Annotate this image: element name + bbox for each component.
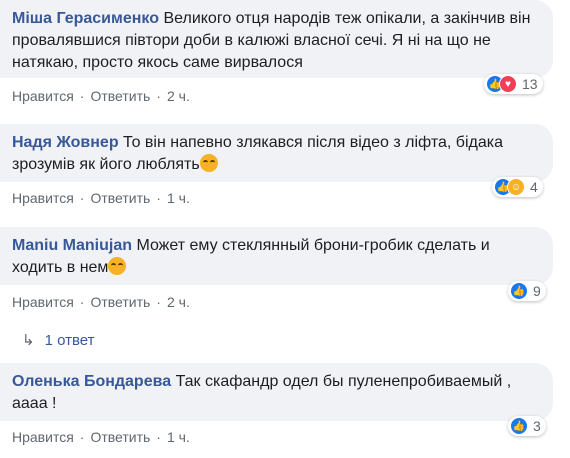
separator-dot: ·	[156, 190, 161, 206]
comment-actions: Нравится · Ответить · 1 ч.	[12, 190, 190, 206]
comment-author[interactable]: Оленька Бондарева	[12, 373, 171, 390]
reply-link[interactable]: Ответить	[90, 190, 150, 206]
comment-bubble: Оленька Бондарева Так скафандр одел бы п…	[0, 363, 553, 421]
separator-dot: ·	[79, 429, 85, 445]
reaction-summary[interactable]: 👍 ☺ 4	[492, 177, 543, 197]
timestamp[interactable]: 2 ч.	[167, 88, 190, 104]
reply-link[interactable]: Ответить	[90, 429, 150, 445]
view-replies-link[interactable]: ↳ 1 ответ	[22, 331, 95, 349]
comment-author[interactable]: Maniu Maniujan	[12, 237, 132, 254]
comment-author[interactable]: Міша Герасименко	[12, 10, 159, 27]
timestamp[interactable]: 1 ч.	[167, 190, 190, 206]
laughing-emoji-icon	[108, 257, 127, 275]
like-link[interactable]: Нравится	[12, 190, 74, 206]
like-link[interactable]: Нравится	[12, 88, 74, 104]
comment-bubble: Міша Герасименко Великого отця народів т…	[0, 0, 553, 78]
comment-actions: Нравится · Ответить · 2 ч.	[12, 88, 190, 104]
comment-author[interactable]: Надя Жовнер	[12, 134, 119, 151]
haha-reaction-icon: ☺	[507, 178, 525, 196]
separator-dot: ·	[156, 429, 161, 445]
comment-bubble: Надя Жовнер То він напевно злякався післ…	[0, 124, 553, 182]
reaction-count: 9	[533, 283, 541, 299]
separator-dot: ·	[79, 88, 85, 104]
separator-dot: ·	[156, 294, 161, 310]
reply-arrow-icon: ↳	[22, 332, 35, 349]
like-link[interactable]: Нравится	[12, 294, 74, 310]
laughing-emoji-icon	[199, 154, 218, 172]
reply-link[interactable]: Ответить	[90, 88, 150, 104]
reply-link[interactable]: Ответить	[90, 294, 150, 310]
reaction-summary[interactable]: 👍 3	[508, 416, 546, 436]
timestamp[interactable]: 2 ч.	[167, 294, 190, 310]
reaction-summary[interactable]: 👍 ♥ 13	[484, 74, 543, 94]
like-reaction-icon: 👍	[510, 417, 528, 435]
comment-actions: Нравится · Ответить · 1 ч.	[12, 429, 190, 445]
reaction-count: 13	[522, 76, 538, 92]
replies-count-label[interactable]: 1 ответ	[45, 332, 95, 349]
love-reaction-icon: ♥	[499, 75, 517, 93]
like-reaction-icon: 👍	[510, 282, 528, 300]
reaction-count: 4	[530, 179, 538, 195]
separator-dot: ·	[79, 294, 85, 310]
separator-dot: ·	[156, 88, 161, 104]
separator-dot: ·	[79, 190, 85, 206]
comment-bubble: Maniu Maniujan Может ему стеклянный брон…	[0, 227, 553, 285]
reaction-count: 3	[533, 418, 541, 434]
like-link[interactable]: Нравится	[12, 429, 74, 445]
reaction-summary[interactable]: 👍 9	[508, 281, 546, 301]
comment-actions: Нравится · Ответить · 2 ч.	[12, 294, 190, 310]
timestamp[interactable]: 1 ч.	[167, 429, 190, 445]
